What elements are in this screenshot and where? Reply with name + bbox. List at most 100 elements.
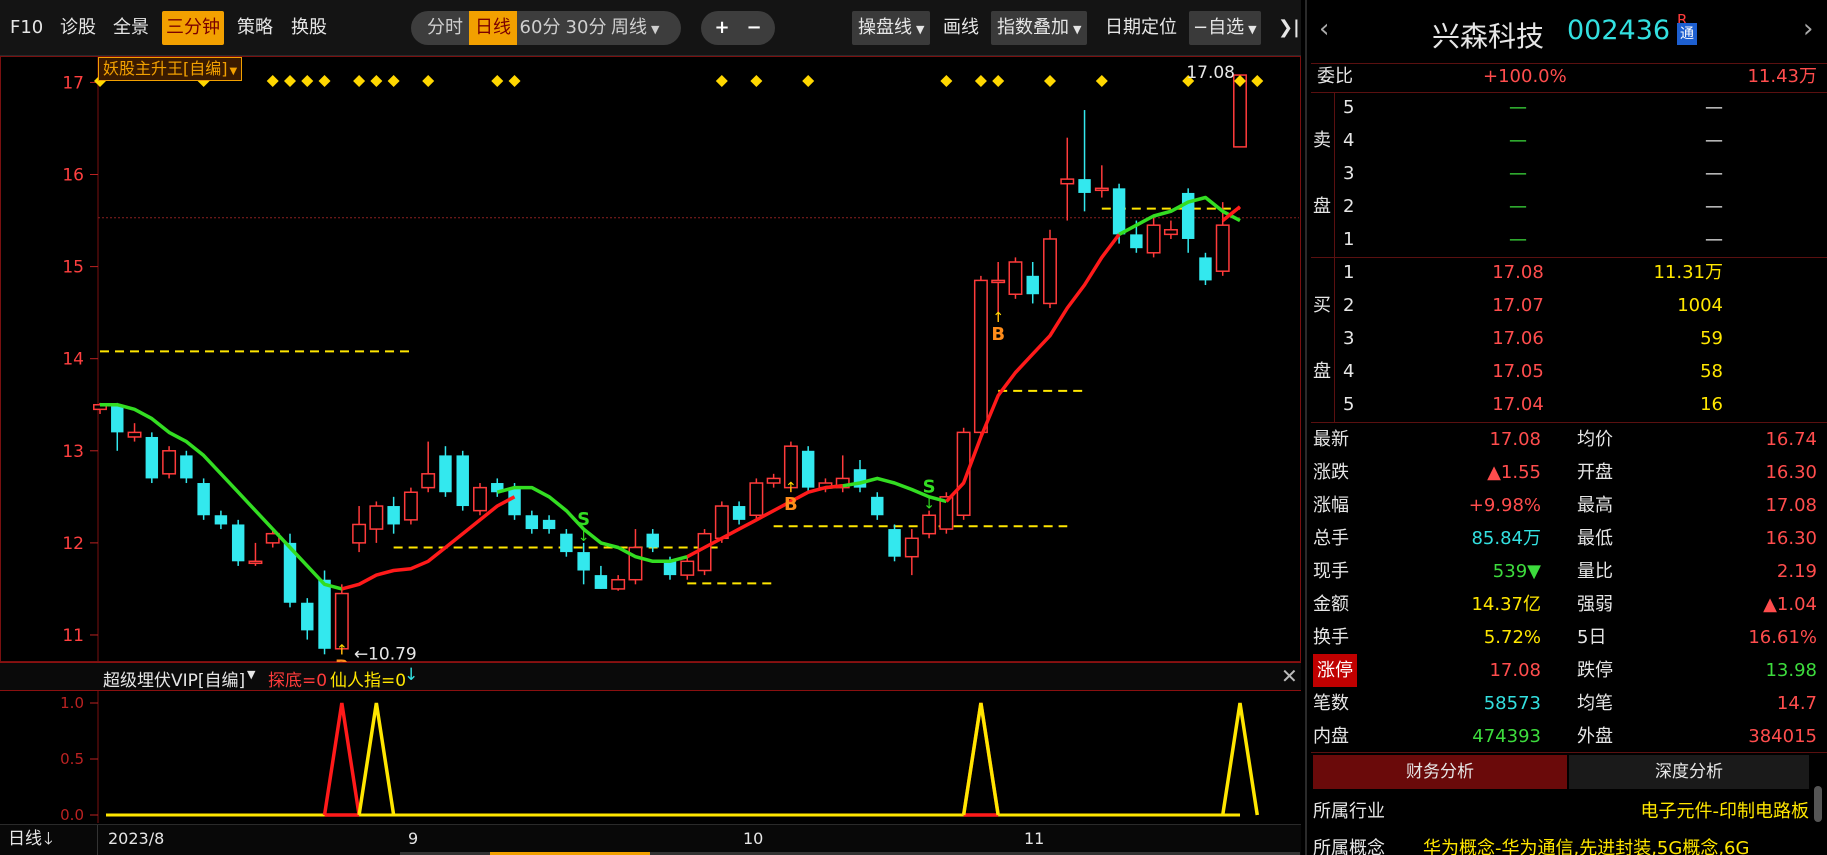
diagnose-button[interactable]: 诊股 xyxy=(60,11,96,45)
date-locate-button[interactable]: 日期定位 xyxy=(1105,11,1177,45)
candle-body[interactable] xyxy=(1008,261,1023,295)
candle-body[interactable] xyxy=(352,523,367,544)
candle-body[interactable] xyxy=(611,578,626,590)
candle-body[interactable] xyxy=(1146,224,1161,254)
candle-body[interactable] xyxy=(973,279,988,434)
candle-body[interactable] xyxy=(766,477,781,484)
draw-line-button[interactable]: 画线 xyxy=(943,11,979,45)
candle-body[interactable] xyxy=(180,455,193,479)
stat-label: 笔数 xyxy=(1313,693,1349,714)
candle-body[interactable] xyxy=(1026,275,1039,295)
divider xyxy=(1334,258,1335,422)
collapse-panel-icon[interactable]: ❯| xyxy=(1278,11,1300,45)
prev-stock-icon[interactable]: ‹ xyxy=(1319,14,1329,44)
candle-body[interactable] xyxy=(456,455,469,507)
strategy-button[interactable]: 策略 xyxy=(237,11,273,45)
candle-body[interactable] xyxy=(1060,178,1075,185)
candle-body[interactable] xyxy=(628,546,643,581)
tab-financial-analysis[interactable]: 财务分析 xyxy=(1313,755,1567,789)
candle-body[interactable] xyxy=(1199,257,1212,281)
signal-diamond xyxy=(940,75,953,87)
candle-body[interactable] xyxy=(991,279,1006,284)
candlestick-chart[interactable]: 11121314151617↑B↑B↑BS↓S↓17.08←10.79 xyxy=(0,56,1301,662)
candle-body[interactable] xyxy=(145,436,159,479)
candle-body[interactable] xyxy=(1078,179,1091,193)
close-icon[interactable]: ✕ xyxy=(1281,664,1298,688)
sub-indicator-name[interactable]: 超级埋伏VIP[自编] xyxy=(103,666,245,691)
candle-body[interactable] xyxy=(525,515,539,530)
connect-badge: 通 xyxy=(1677,23,1697,45)
candle-body[interactable] xyxy=(197,483,210,516)
candle-body[interactable] xyxy=(1130,234,1143,249)
period-selector[interactable]: 日线 🡓 xyxy=(0,825,98,855)
buy-volume: 58 xyxy=(1700,361,1723,382)
candle-body[interactable] xyxy=(248,560,263,565)
candle-body[interactable] xyxy=(1094,187,1109,192)
candle-body[interactable] xyxy=(922,514,937,535)
y-tick-label: 14 xyxy=(62,350,84,370)
tab-daily[interactable]: 日线 xyxy=(469,11,517,45)
signal-diamond xyxy=(508,75,521,87)
stat-label: 5日 xyxy=(1577,627,1607,648)
next-stock-icon[interactable]: › xyxy=(1803,14,1813,44)
candle-body[interactable] xyxy=(560,533,573,553)
overview-button[interactable]: 全景 xyxy=(113,11,149,45)
candle-body[interactable] xyxy=(1112,188,1126,235)
index-overlay-dropdown[interactable]: 指数叠加 ▼ xyxy=(991,11,1088,45)
main-indicator-selector[interactable]: 妖股主升王[自编] ▼ xyxy=(98,57,243,81)
candle-body[interactable] xyxy=(318,579,331,649)
candle-body[interactable] xyxy=(421,473,436,489)
candle-body[interactable] xyxy=(508,487,521,516)
minus-icon: − xyxy=(1193,17,1209,38)
candle-body[interactable] xyxy=(680,560,695,576)
candle-body[interactable] xyxy=(904,537,919,558)
candle-body[interactable] xyxy=(871,496,884,516)
buy-price: 17.06 xyxy=(1492,328,1544,349)
three-min-button[interactable]: 三分钟 xyxy=(162,11,224,45)
candle-body[interactable] xyxy=(1163,229,1178,236)
candle-body[interactable] xyxy=(577,552,590,571)
candle-body[interactable] xyxy=(594,575,608,589)
candle-body[interactable] xyxy=(801,450,815,488)
candle-body[interactable] xyxy=(403,491,418,521)
tab-intraday[interactable]: 分时 xyxy=(421,11,469,45)
tab-30min[interactable]: 30分 xyxy=(563,11,609,45)
candle-body[interactable] xyxy=(439,455,452,493)
zoom-in-button[interactable]: + xyxy=(707,11,737,45)
tab-deep-analysis[interactable]: 深度分析 xyxy=(1569,755,1809,789)
candle-body[interactable] xyxy=(714,505,729,540)
sub-indicator-chart[interactable]: 0.0 0.5 1.0 xyxy=(0,691,1301,823)
watchlist-dropdown[interactable]: −自选 ▼ xyxy=(1189,11,1261,45)
candle-body[interactable] xyxy=(697,532,712,572)
candle-body[interactable] xyxy=(1215,224,1230,272)
trade-line-dropdown[interactable]: 操盘线 ▼ xyxy=(852,11,931,45)
candle-body[interactable] xyxy=(162,450,177,475)
candle-body[interactable] xyxy=(127,431,142,438)
tab-60min[interactable]: 60分 xyxy=(517,11,563,45)
buy-price: 17.04 xyxy=(1492,394,1544,415)
switch-stock-button[interactable]: 换股 xyxy=(291,11,327,45)
stat-row: 笔数 58573 均笔 14.7 xyxy=(1311,687,1827,720)
candle-body[interactable] xyxy=(1043,238,1057,305)
signal-diamond xyxy=(266,75,279,87)
candle-body[interactable] xyxy=(301,602,314,631)
candle-body[interactable] xyxy=(473,486,487,512)
candle-body[interactable] xyxy=(214,515,228,525)
y-tick-label: 1.0 xyxy=(60,694,84,712)
weibi-value: +100.0% xyxy=(1483,66,1567,87)
candle-body[interactable] xyxy=(369,505,384,530)
zoom-out-button[interactable]: − xyxy=(739,11,769,45)
candle-body[interactable] xyxy=(749,482,764,517)
sell-price: — xyxy=(1509,130,1527,151)
candle-body[interactable] xyxy=(646,533,659,548)
candle-body[interactable] xyxy=(111,404,124,433)
f10-button[interactable]: F10 xyxy=(10,11,43,45)
candle-body[interactable] xyxy=(663,561,677,576)
candle-body[interactable] xyxy=(542,519,556,530)
candle-body[interactable] xyxy=(888,529,901,557)
candle-body[interactable] xyxy=(387,506,400,525)
candle-body[interactable] xyxy=(231,524,245,562)
candle-body[interactable] xyxy=(732,506,746,520)
candle-body[interactable] xyxy=(334,592,349,650)
tab-weekly[interactable]: 周线 ▼ xyxy=(611,11,675,45)
